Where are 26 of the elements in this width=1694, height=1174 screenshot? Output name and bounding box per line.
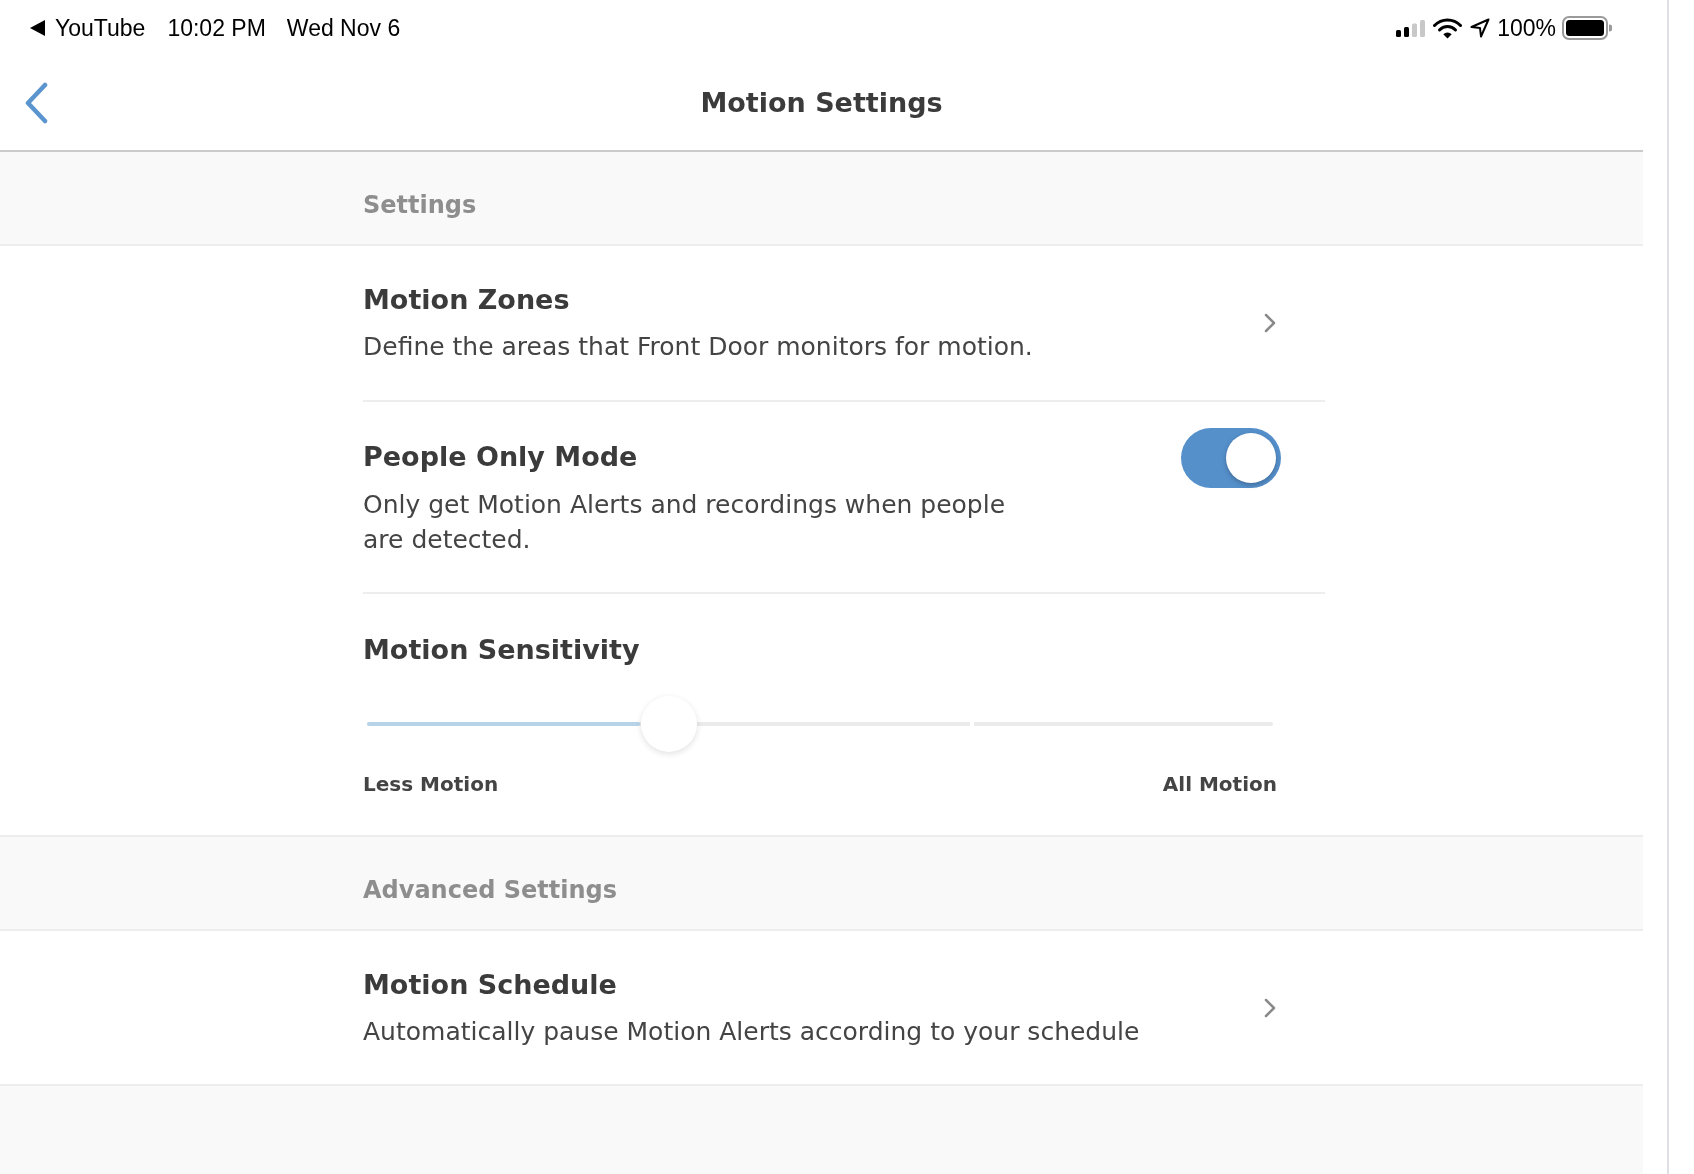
location-arrow-icon [1470, 18, 1491, 38]
back-triangle-icon[interactable] [30, 20, 45, 36]
section-title: Advanced Settings [363, 875, 617, 906]
toggle-switch[interactable] [1181, 428, 1281, 488]
row-description: Only get Motion Alerts and recordings when people are detected. [363, 489, 1007, 556]
row-description: Define the areas that Front Door monitors for motion. [363, 331, 1033, 363]
battery-percent: 100% [1497, 13, 1556, 43]
back-chevron-icon[interactable] [24, 82, 48, 124]
signal-icon [1396, 19, 1427, 37]
slider-max-label: All Motion [1162, 771, 1277, 798]
slider-min-label: Less Motion [363, 771, 499, 798]
battery-icon [1562, 16, 1612, 40]
slider-thumb[interactable] [640, 696, 697, 752]
chevron-right-icon[interactable] [1264, 313, 1276, 333]
row-title: People Only Mode [363, 440, 639, 474]
status-date: Wed Nov 6 [286, 13, 401, 43]
chevron-right-icon[interactable] [1264, 997, 1276, 1018]
status-time: 10:02 PM [167, 13, 266, 43]
row-description: Automatically pause Motion Alerts according to your schedule [363, 1015, 1140, 1048]
section-title: Settings [363, 190, 477, 221]
wifi-icon [1433, 17, 1463, 39]
screen-title: Motion Settings [700, 85, 943, 120]
row-title: Motion Zones [363, 283, 571, 317]
back-to-app-link[interactable]: YouTube [55, 10, 146, 46]
row-title: Motion Schedule [363, 967, 618, 1002]
row-title: Motion Sensitivity [363, 633, 641, 667]
